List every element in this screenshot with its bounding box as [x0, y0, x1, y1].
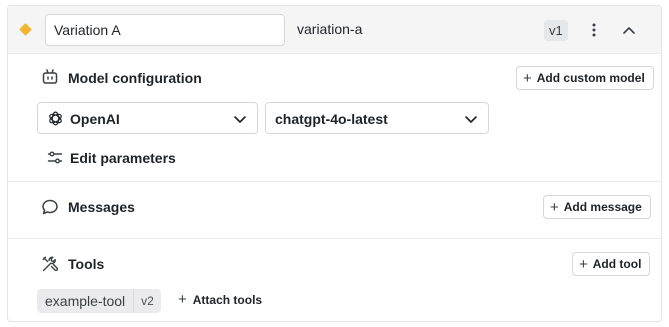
- tools-icon: [42, 256, 59, 272]
- section-divider: [8, 181, 661, 182]
- kebab-icon: [592, 23, 596, 37]
- attach-tools-button[interactable]: + Attach tools: [178, 292, 262, 307]
- model-config-title: Model configuration: [68, 70, 202, 86]
- messages-title: Messages: [68, 199, 135, 215]
- model-select[interactable]: chatgpt-4o-latest: [265, 102, 489, 134]
- add-message-button[interactable]: + Add message: [543, 195, 651, 219]
- robot-icon: [42, 69, 58, 84]
- plus-icon: +: [523, 69, 532, 87]
- plus-icon: +: [178, 291, 187, 308]
- sliders-icon: [47, 151, 63, 164]
- add-custom-model-button[interactable]: + Add custom model: [516, 66, 654, 90]
- variation-name-input[interactable]: [45, 14, 285, 46]
- chevron-down-icon: [465, 116, 477, 123]
- provider-value: OpenAI: [70, 111, 120, 127]
- model-value: chatgpt-4o-latest: [275, 111, 388, 127]
- diamond-icon: [19, 23, 32, 36]
- tool-name: example-tool: [45, 293, 126, 309]
- add-message-label: Add message: [563, 200, 642, 214]
- tool-version: v2: [133, 289, 161, 313]
- plus-icon: +: [579, 255, 588, 273]
- add-custom-model-label: Add custom model: [536, 71, 645, 85]
- variation-header: variation-a v1: [8, 6, 661, 54]
- add-tool-label: Add tool: [592, 257, 642, 271]
- version-badge: v1: [544, 20, 568, 41]
- attach-tools-label: Attach tools: [192, 292, 263, 307]
- variation-card: variation-a v1 Model configuration + Add…: [7, 5, 662, 322]
- collapse-button[interactable]: [617, 18, 641, 42]
- chevron-up-icon: [623, 27, 635, 34]
- add-tool-button[interactable]: + Add tool: [572, 252, 651, 276]
- edit-parameters-button[interactable]: Edit parameters: [47, 150, 176, 166]
- chevron-down-icon: [234, 116, 246, 123]
- provider-select[interactable]: OpenAI: [37, 102, 258, 134]
- more-options-button[interactable]: [582, 18, 606, 42]
- plus-icon: +: [550, 198, 559, 216]
- tools-title: Tools: [68, 256, 105, 272]
- section-divider: [8, 238, 661, 239]
- chat-bubble-icon: [42, 199, 58, 215]
- edit-parameters-label: Edit parameters: [70, 150, 176, 166]
- tool-chip[interactable]: example-tool v2: [37, 289, 161, 313]
- variation-slug: variation-a: [297, 21, 363, 37]
- openai-logo-icon: [49, 111, 62, 126]
